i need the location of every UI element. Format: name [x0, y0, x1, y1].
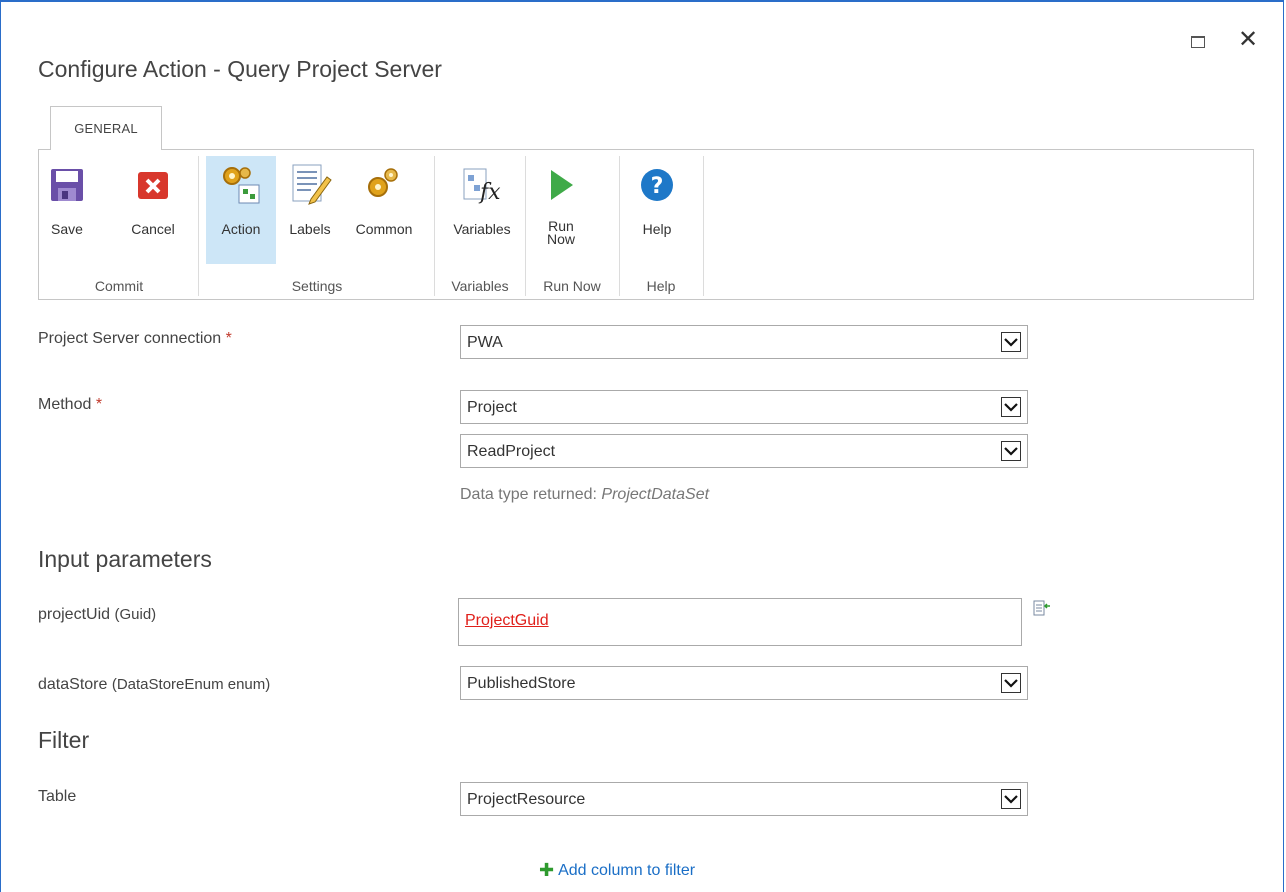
help-button[interactable]: ? Help: [633, 156, 681, 264]
run-now-button[interactable]: Run Now: [535, 156, 587, 264]
ribbon: Save Cancel Action Labels Common fx Vari…: [38, 149, 1254, 300]
separator: [198, 156, 199, 296]
table-select[interactable]: ProjectResource: [460, 782, 1028, 816]
project-uid-input[interactable]: ProjectGuid: [458, 598, 1022, 646]
separator: [619, 156, 620, 296]
method-label: Method *: [38, 396, 103, 413]
separator: [525, 156, 526, 296]
data-store-label: dataStore (DataStoreEnum enum): [38, 676, 271, 693]
save-button[interactable]: Save: [45, 156, 89, 264]
help-icon: ?: [639, 162, 675, 208]
table-label: Table: [38, 788, 77, 805]
separator: [703, 156, 704, 296]
data-store-select[interactable]: PublishedStore: [460, 666, 1028, 700]
action-gears-icon: [219, 162, 263, 208]
separator: [434, 156, 435, 296]
project-uid-label: projectUid (Guid): [38, 606, 157, 623]
input-parameters-heading: Input parameters: [38, 546, 212, 572]
chevron-down-icon: [1001, 441, 1021, 461]
required-marker: *: [95, 396, 103, 413]
chevron-down-icon: [1001, 789, 1021, 809]
connection-label: Project Server connection *: [38, 330, 232, 347]
method-service-select[interactable]: Project: [460, 390, 1028, 424]
chevron-down-icon: [1001, 673, 1021, 693]
svg-text:fx: fx: [478, 180, 501, 205]
run-now-label-line2: Now: [546, 231, 575, 247]
data-type-hint: Data type returned: ProjectDataSet: [460, 486, 710, 503]
group-label-settings: Settings: [291, 278, 343, 294]
filter-heading: Filter: [38, 727, 90, 753]
add-column-to-filter-link[interactable]: ✚ Add column to filter: [539, 860, 695, 881]
save-icon: [50, 162, 84, 208]
common-button[interactable]: Common: [344, 156, 424, 264]
group-label-variables: Variables: [451, 278, 509, 294]
variables-button[interactable]: fx Variables: [443, 156, 521, 264]
common-gears-icon: [362, 162, 406, 208]
labels-icon: [287, 162, 333, 208]
connection-select[interactable]: PWA: [460, 325, 1028, 359]
insert-reference-icon[interactable]: [1033, 600, 1051, 623]
group-label-commit: Commit: [94, 278, 144, 294]
close-icon[interactable]: ✕: [1238, 28, 1258, 52]
maximize-icon[interactable]: [1191, 36, 1205, 48]
chevron-down-icon: [1001, 332, 1021, 352]
cancel-button[interactable]: Cancel: [123, 156, 183, 264]
dialog-title: Configure Action - Query Project Server: [38, 56, 442, 82]
svg-text:?: ?: [651, 174, 664, 199]
project-guid-token[interactable]: ProjectGuid: [465, 612, 549, 630]
labels-button[interactable]: Labels: [282, 156, 338, 264]
cancel-icon: [137, 162, 169, 208]
action-button[interactable]: Action: [206, 156, 276, 264]
variables-fx-icon: fx: [460, 162, 504, 208]
tab-general[interactable]: GENERAL: [50, 106, 162, 150]
plus-icon: ✚: [539, 860, 555, 880]
required-marker: *: [225, 330, 232, 347]
run-play-icon: [545, 162, 577, 208]
method-operation-select[interactable]: ReadProject: [460, 434, 1028, 468]
group-label-run-now: Run Now: [543, 278, 601, 294]
chevron-down-icon: [1001, 397, 1021, 417]
group-label-help: Help: [646, 278, 676, 294]
